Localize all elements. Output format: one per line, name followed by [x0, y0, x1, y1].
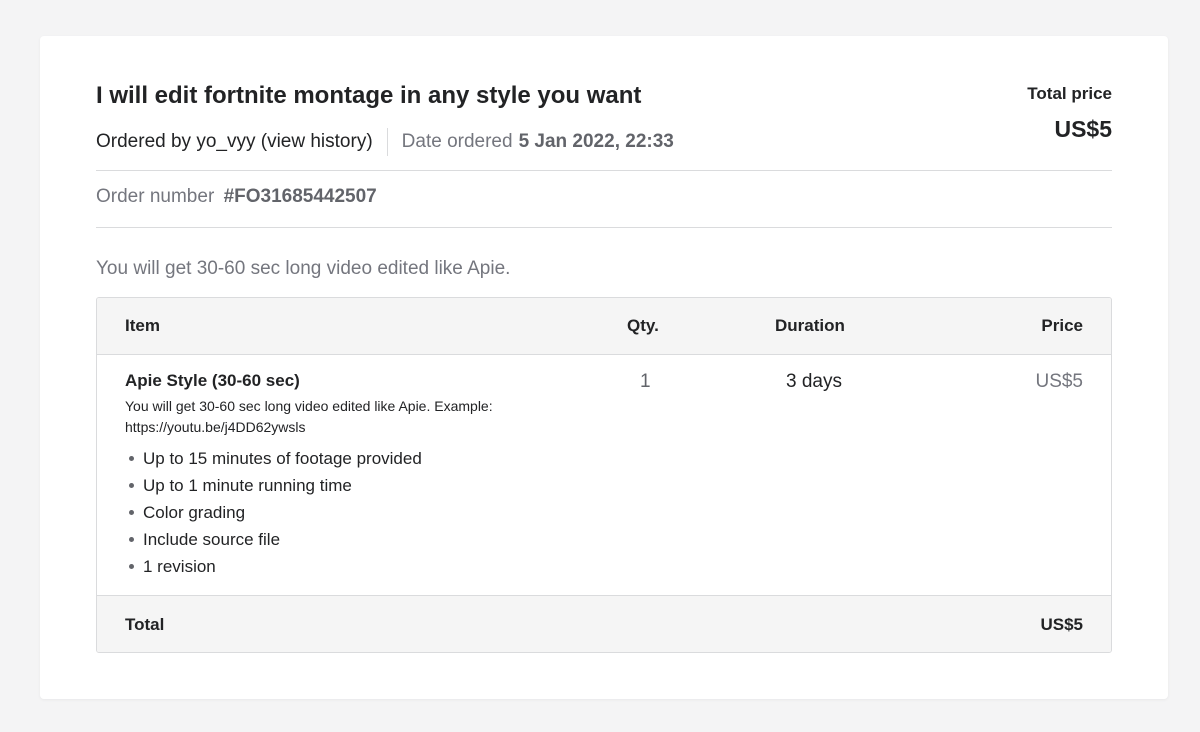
- bullet-icon: [129, 510, 134, 515]
- ordered-by-text[interactable]: Ordered by yo_vyy (view history): [96, 131, 373, 153]
- gig-title: I will edit fortnite montage in any styl…: [96, 82, 642, 109]
- footer-total-value: US$5: [1040, 615, 1083, 634]
- date-ordered-label: Date ordered: [401, 131, 513, 152]
- header-price: Price: [1041, 316, 1083, 335]
- item-duration: 3 days: [786, 371, 842, 392]
- table-row: Apie Style (30-60 sec) You will get 30-6…: [97, 355, 1111, 596]
- bullet-icon: [129, 564, 134, 569]
- order-number-value: #FO31685442507: [223, 186, 377, 207]
- date-ordered-value: 5 Jan 2022, 22:33: [518, 131, 674, 152]
- feature-text: Up to 15 minutes of footage provided: [143, 449, 422, 468]
- feature-item: Up to 1 minute running time: [125, 472, 422, 499]
- feature-item: Include source file: [125, 526, 422, 553]
- order-description: You will get 30-60 sec long video edited…: [96, 258, 511, 279]
- item-price: US$5: [1035, 371, 1083, 392]
- feature-item: Up to 15 minutes of footage provided: [125, 445, 422, 472]
- total-price-value: US$5: [1054, 116, 1112, 142]
- order-items-table: Item Qty. Duration Price Apie Style (30-…: [96, 297, 1112, 653]
- bullet-icon: [129, 483, 134, 488]
- feature-text: 1 revision: [143, 557, 216, 576]
- feature-text: Color grading: [143, 503, 246, 522]
- table-footer: Total US$5: [97, 595, 1111, 652]
- bullet-icon: [129, 456, 134, 461]
- header-item: Item: [125, 316, 160, 335]
- item-qty: 1: [640, 371, 651, 392]
- header-qty: Qty.: [627, 316, 659, 335]
- table-header: Item Qty. Duration Price: [97, 298, 1111, 355]
- feature-item: Color grading: [125, 499, 422, 526]
- feature-text: Include source file: [143, 530, 281, 549]
- feature-text: Up to 1 minute running time: [143, 476, 352, 495]
- order-meta: Ordered by yo_vyy (view history) Date or…: [96, 128, 674, 156]
- total-price-block: Total price US$5: [1027, 84, 1112, 143]
- order-card: I will edit fortnite montage in any styl…: [40, 36, 1168, 699]
- item-description: You will get 30-60 sec long video edited…: [125, 398, 493, 435]
- feature-item: 1 revision: [125, 553, 422, 580]
- header-duration: Duration: [775, 316, 845, 335]
- bullet-icon: [129, 537, 134, 542]
- item-name: Apie Style (30-60 sec): [125, 371, 300, 390]
- footer-total-label: Total: [125, 615, 165, 634]
- item-features-list: Up to 15 minutes of footage provided Up …: [125, 445, 422, 580]
- divider-top: [96, 170, 1112, 171]
- divider-bottom: [96, 227, 1112, 228]
- total-price-label: Total price: [1027, 84, 1112, 103]
- order-number-label: Order number: [96, 186, 215, 207]
- order-number: Order number #FO31685442507: [96, 186, 377, 208]
- meta-divider: [386, 128, 388, 156]
